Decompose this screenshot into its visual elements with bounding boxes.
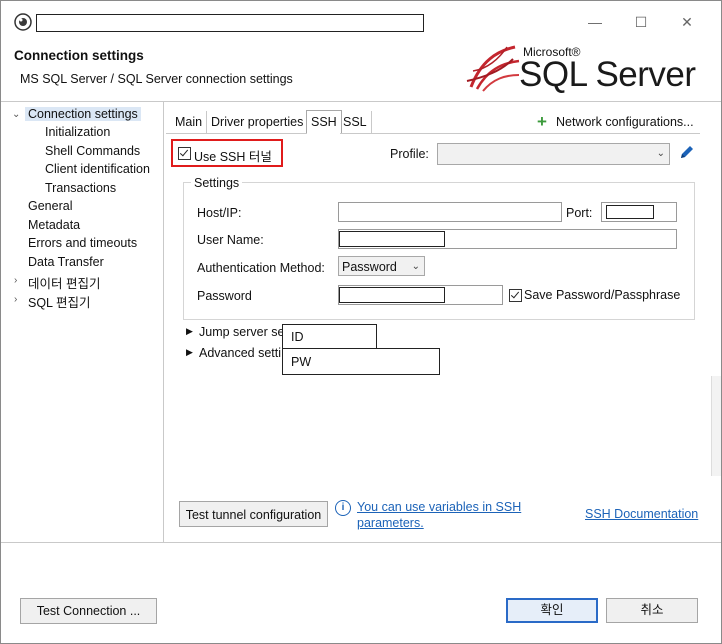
plus-icon[interactable]: + (537, 113, 547, 130)
password-label: Password (197, 289, 252, 303)
page-title: Connection settings (14, 48, 144, 63)
pw-overlay-text: PW (291, 355, 312, 369)
sidebar-item-initialization[interactable]: Initialization (45, 125, 110, 139)
sidebar-item-client-identification[interactable]: Client identification (45, 162, 150, 176)
chevron-right-icon[interactable]: › (14, 275, 17, 286)
jump-server-section[interactable]: Jump server se (199, 325, 284, 339)
use-ssh-label: Use SSH 터널 (194, 150, 272, 164)
tab-strip-line (166, 133, 307, 134)
sidebar-divider (163, 102, 164, 542)
logo-sql-server-text: SQL Server (519, 55, 696, 94)
port-label: Port: (566, 206, 593, 220)
connection-settings-dialog: — ☐ ✕ Connection settings MS SQL Server … (0, 0, 722, 644)
tab-ssh[interactable]: SSH (306, 110, 342, 133)
sidebar-item-shell-commands[interactable]: Shell Commands (45, 144, 140, 158)
expand-triangle-icon[interactable]: ▶ (186, 347, 193, 358)
minimize-button[interactable]: — (584, 11, 606, 33)
scrollbar[interactable] (711, 376, 721, 476)
tab-main[interactable]: Main (171, 111, 208, 133)
sidebar-item-data-transfer[interactable]: Data Transfer (28, 255, 104, 269)
cancel-button[interactable]: 취소 (606, 598, 698, 623)
profile-select[interactable]: ⌄ (437, 143, 670, 165)
password-mask (339, 287, 445, 303)
pw-overlay: PW (282, 348, 440, 375)
auth-method-label: Authentication Method: (197, 261, 325, 275)
ok-button[interactable]: 확인 (506, 598, 598, 623)
sidebar-item-connection-settings[interactable]: Connection settings (25, 107, 141, 121)
auth-method-select[interactable]: Password ⌄ (338, 256, 425, 276)
maximize-button[interactable]: ☐ (630, 11, 652, 33)
tab-strip-line (340, 133, 700, 134)
expand-triangle-icon[interactable]: ▶ (186, 326, 193, 337)
user-name-mask (339, 231, 445, 247)
port-mask (606, 205, 654, 219)
sidebar-item-general[interactable]: General (28, 199, 72, 213)
sidebar-item-errors-and-timeouts[interactable]: Errors and timeouts (28, 236, 137, 250)
auth-method-value: Password (342, 260, 397, 274)
user-name-input[interactable] (338, 229, 677, 249)
use-ssh-checkbox[interactable] (178, 147, 191, 160)
title-bar: — ☐ ✕ (1, 1, 721, 39)
footer-divider (1, 542, 721, 543)
test-connection-button[interactable]: Test Connection ... (20, 598, 157, 624)
close-button[interactable]: ✕ (676, 11, 698, 33)
chevron-down-icon: ⌄ (656, 148, 665, 159)
advanced-settings-section[interactable]: Advanced setti (199, 346, 281, 360)
sidebar-item-sql-editor[interactable]: SQL 편집기 (28, 292, 91, 311)
header-divider (1, 101, 721, 102)
chevron-right-icon[interactable]: › (14, 294, 17, 305)
info-icon: i (335, 500, 351, 516)
sidebar-item-transactions[interactable]: Transactions (45, 181, 116, 195)
tab-driver-properties[interactable]: Driver properties (207, 111, 309, 133)
test-tunnel-button[interactable]: Test tunnel configuration (179, 501, 328, 527)
chevron-down-icon[interactable]: ⌄ (12, 109, 20, 120)
page-subtitle: MS SQL Server / SQL Server connection se… (20, 72, 293, 86)
app-icon (14, 13, 32, 31)
id-overlay: ID (282, 324, 377, 349)
ssh-documentation-link[interactable]: SSH Documentation (585, 507, 698, 521)
tab-ssl[interactable]: SSL (339, 111, 372, 133)
window-title-field (36, 14, 424, 32)
profile-label: Profile: (390, 147, 429, 161)
host-input[interactable] (338, 202, 562, 222)
save-password-label: Save Password/Passphrase (524, 288, 681, 302)
settings-group-title: Settings (191, 176, 243, 190)
user-name-label: User Name: (197, 233, 264, 247)
password-input[interactable] (338, 285, 503, 305)
sql-server-logo-icon (466, 45, 520, 92)
sidebar-item-data-editor[interactable]: 데이터 편집기 (28, 273, 100, 292)
network-configurations-link[interactable]: Network configurations... (556, 115, 694, 129)
id-overlay-text: ID (291, 330, 304, 344)
port-input[interactable] (601, 202, 677, 222)
sidebar-item-metadata[interactable]: Metadata (28, 218, 80, 232)
edit-profile-icon[interactable] (679, 144, 695, 163)
ssh-variables-link[interactable]: You can use variables in SSH (357, 500, 521, 514)
host-label: Host/IP: (197, 206, 242, 220)
chevron-down-icon: ⌄ (411, 261, 420, 272)
ssh-variables-link-cont[interactable]: parameters. (357, 516, 424, 530)
save-password-checkbox[interactable] (509, 289, 522, 302)
